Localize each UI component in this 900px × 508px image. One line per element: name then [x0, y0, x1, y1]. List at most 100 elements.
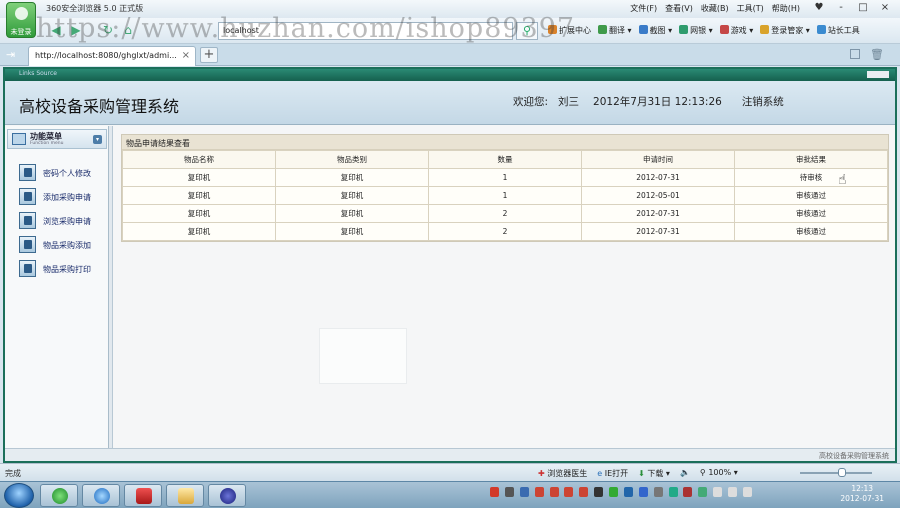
tray-app-icon[interactable] [490, 487, 499, 497]
refresh-icon[interactable]: ↻ [100, 22, 116, 38]
forward-icon[interactable]: ▶ [68, 22, 84, 38]
toolbar-extensions[interactable]: 扩展中心 [548, 25, 591, 36]
doctor-icon: ✚ [538, 469, 545, 478]
restore-tab-icon[interactable] [850, 49, 860, 59]
sidebar-toggle-icon[interactable]: ⇥ [6, 48, 15, 61]
tray-battery-icon[interactable] [728, 487, 737, 497]
zoom-slider[interactable] [800, 472, 872, 474]
tray-shield-icon[interactable] [638, 487, 648, 497]
browser-logo[interactable]: 未登录 [6, 2, 36, 38]
table-cell: 2012-05-01 [581, 186, 735, 205]
taskbar-ie[interactable] [82, 484, 120, 507]
frame-top-text: Links Source [19, 70, 57, 77]
collapse-icon[interactable]: ▾ [93, 135, 102, 144]
folder-icon [178, 488, 194, 504]
empty-placeholder [319, 328, 407, 384]
shirt-skin-icon[interactable]: ♥ [810, 1, 828, 15]
tab-current[interactable]: http://localhost:8080/ghglxt/admi... × [28, 46, 196, 66]
taskbar-360-browser[interactable] [40, 484, 78, 507]
close-tab-icon[interactable]: × [182, 50, 190, 61]
browser-360-icon [52, 488, 68, 504]
close-window-button[interactable]: × [876, 1, 894, 15]
zoom-button[interactable]: ⚲ 100% ▾ [700, 468, 738, 479]
tray-input-icon[interactable] [504, 487, 514, 497]
sidebar: 功能菜单 Function menu ▾ 密码个人修改 添加采购申请 浏览采购申… [5, 126, 109, 448]
browser-title-bar: 未登录 360安全浏览器 5.0 正式版 文件(F) 查看(V) 收藏(B) 工… [0, 0, 900, 38]
menu-favorites[interactable]: 收藏(B) [701, 3, 729, 14]
toolbar-ebank[interactable]: 网银 ▾ [679, 25, 713, 36]
table-cell: 待审核 [734, 168, 888, 187]
minimize-button[interactable]: - [832, 1, 850, 15]
column-header: 物品名称 [122, 150, 276, 169]
taskbar-app-red[interactable] [124, 484, 162, 507]
browser-doctor-button[interactable]: ✚ 浏览器医生 [538, 468, 587, 479]
tray-app-icon[interactable] [594, 487, 604, 497]
window-title: 360安全浏览器 5.0 正式版 [46, 4, 144, 13]
ie-open-button[interactable]: e IE打开 [597, 468, 628, 479]
back-icon[interactable]: ◀ [48, 22, 64, 38]
sidebar-item-add-purchase[interactable]: 物品采购添加 [19, 236, 105, 254]
sidebar-subtitle: Function menu [30, 141, 64, 146]
status-text: 完成 [5, 469, 21, 478]
table-row: 复印机 复印机 2 2012-07-31 审核通过 [122, 222, 888, 241]
table-cell: 复印机 [275, 204, 429, 223]
taskbar-clock[interactable]: 12:13 2012-07-31 [840, 484, 884, 504]
table-cell: 2012-07-31 [581, 222, 735, 241]
sidebar-item-add-request[interactable]: 添加采购申请 [19, 188, 105, 206]
tray-qq-icon[interactable] [579, 487, 589, 497]
tray-volume-icon[interactable] [742, 487, 752, 497]
maximize-button[interactable]: □ [854, 1, 872, 15]
clock-time: 12:13 [851, 484, 874, 493]
frame-controls[interactable] [867, 71, 889, 78]
menu-tools[interactable]: 工具(T) [737, 3, 764, 14]
tray-flag-icon[interactable] [698, 487, 708, 497]
tray-close-icon[interactable] [683, 487, 693, 497]
tray-update-icon[interactable] [653, 487, 663, 497]
taskbar-app-globe[interactable] [208, 484, 246, 507]
sidebar-item-print-purchase[interactable]: 物品采购打印 [19, 260, 105, 278]
table-header-row: 物品名称 物品类别 数量 申请时间 审批结果 [122, 150, 888, 169]
tray-qq-icon[interactable] [534, 487, 544, 497]
sidebar-item-browse-requests[interactable]: 浏览采购申请 [19, 212, 105, 230]
tray-security-icon[interactable] [609, 487, 618, 497]
menu-help[interactable]: 帮助(H) [772, 3, 800, 14]
tray-qq-icon[interactable] [549, 487, 559, 497]
search-button[interactable]: ⚲ [516, 22, 538, 40]
tray-keyboard-icon[interactable] [519, 487, 529, 497]
toolbar-webmaster-tools[interactable]: 站长工具 [816, 25, 860, 36]
tray-qq-icon[interactable] [564, 487, 574, 497]
logout-link[interactable]: 注销系统 [742, 94, 784, 109]
search-input[interactable]: localhost [218, 22, 513, 40]
sidebar-item-label: 浏览采购申请 [43, 217, 91, 226]
sidebar-item-change-password[interactable]: 密码个人修改 [19, 164, 105, 182]
home-icon[interactable]: ⌂ [120, 22, 136, 38]
download-button[interactable]: ⬇ 下载 ▾ [638, 468, 670, 479]
trash-icon[interactable]: 🗑 [870, 48, 884, 61]
taskbar-explorer[interactable] [166, 484, 204, 507]
tray-device-icon[interactable] [713, 487, 723, 497]
main-content: 物品申请结果查看 物品名称 物品类别 数量 申请时间 审批结果 复印机 复印机 [113, 126, 895, 448]
column-header: 数量 [428, 150, 582, 169]
menu-file[interactable]: 文件(F) [630, 3, 657, 14]
system-tray [490, 487, 830, 503]
toolbar-translate[interactable]: 翻译 ▾ [598, 25, 632, 36]
toolbar-login-manager[interactable]: 登录管家 ▾ [760, 25, 810, 36]
column-header: 物品类别 [275, 150, 429, 169]
document-icon [19, 188, 36, 205]
tray-network-icon[interactable] [623, 487, 633, 497]
column-header: 申请时间 [581, 150, 735, 169]
menu-view[interactable]: 查看(V) [665, 3, 693, 14]
menu-icon [12, 133, 26, 145]
sidebar-item-label: 物品采购打印 [43, 265, 91, 274]
toolbar-screenshot[interactable]: 截图 ▾ [638, 25, 672, 36]
tray-sync-icon[interactable] [668, 487, 678, 497]
new-tab-button[interactable]: + [200, 47, 218, 63]
search-icon: ⚲ [522, 24, 532, 37]
zoom-slider-handle[interactable] [838, 468, 846, 477]
start-button[interactable] [4, 483, 34, 508]
table-row: 复印机 复印机 1 2012-05-01 审核通过 [122, 186, 888, 205]
login-status-label: 未登录 [10, 28, 32, 36]
tab-title: http://localhost:8080/ghglxt/admi... [35, 51, 177, 60]
toolbar-games[interactable]: 游戏 ▾ [719, 25, 753, 36]
sound-icon[interactable]: 🔈 [680, 468, 690, 479]
